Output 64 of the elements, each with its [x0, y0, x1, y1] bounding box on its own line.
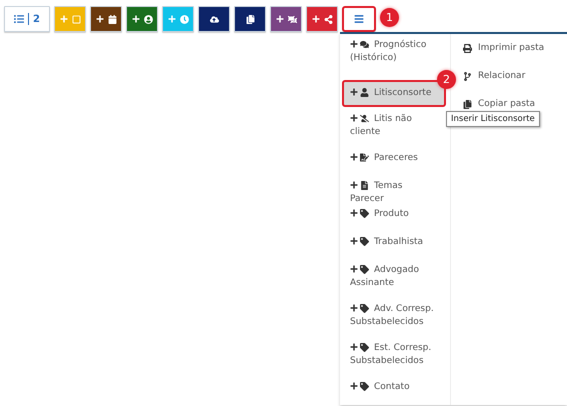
toolbar-button[interactable] [198, 6, 230, 32]
tool-icon [108, 14, 116, 24]
tool-icon [180, 14, 188, 24]
item-icon [360, 208, 369, 218]
plus-icon [350, 237, 358, 245]
menu-item[interactable]: Adv. Corresp. Substabelecidos [342, 303, 446, 342]
menu-item[interactable]: Imprimir pasta [463, 39, 567, 57]
tool-icon [246, 14, 254, 24]
plus-icon [350, 88, 358, 96]
plus-icon [350, 265, 358, 273]
menu-icon [354, 14, 364, 24]
tooltip: Inserir Litisconsorte [446, 111, 540, 127]
plus-icon [132, 15, 140, 23]
item-icon [360, 152, 369, 162]
menu-item[interactable]: Contato [342, 381, 446, 406]
tool-icon [210, 14, 218, 24]
item-icon [360, 114, 369, 122]
item-icon [463, 100, 472, 108]
plus-icon [312, 15, 320, 23]
list-icon [14, 14, 24, 24]
menu-item[interactable]: Temas Parecer [342, 180, 446, 208]
menu-item[interactable]: Trabalhista [342, 236, 446, 264]
step-marker: 1 [380, 8, 399, 27]
plus-icon [350, 114, 358, 122]
toolbar-button[interactable] [234, 6, 266, 32]
toolbar-button[interactable]: 2 [4, 6, 50, 32]
menu-button[interactable] [342, 6, 376, 32]
item-icon [463, 44, 472, 52]
menu-item[interactable]: Est. Corresp. Substabelecidos [342, 342, 446, 381]
plus-icon [60, 15, 68, 23]
tool-icon [72, 14, 80, 24]
menu-item[interactable]: Pareceres [342, 152, 446, 180]
tool-icon [288, 14, 296, 24]
item-icon [463, 72, 472, 80]
plus-icon [350, 153, 358, 161]
toolbar-button[interactable] [270, 6, 302, 32]
menu-item[interactable]: Copiar pasta [463, 95, 567, 113]
menu-item[interactable]: Relacionar [463, 67, 567, 85]
item-icon [360, 180, 369, 190]
item-icon [360, 382, 369, 390]
menu-item[interactable]: Advogado Assinante [342, 264, 446, 303]
plus-icon [350, 209, 358, 217]
item-icon [360, 88, 369, 96]
step-marker: 2 [437, 70, 456, 89]
item-icon [360, 304, 369, 312]
item-icon [360, 342, 369, 352]
toolbar-button[interactable] [126, 6, 158, 32]
menu-item[interactable]: Produto [342, 208, 446, 236]
plus-icon [168, 15, 176, 23]
plus-icon [350, 40, 358, 48]
toolbar-button[interactable] [90, 6, 122, 32]
tool-icon [144, 14, 152, 24]
plus-icon [350, 382, 358, 390]
plus-icon [350, 343, 358, 351]
plus-icon [350, 304, 358, 312]
plus-icon [350, 181, 358, 189]
plus-icon [96, 15, 104, 23]
item-icon [360, 40, 369, 48]
item-icon [360, 236, 369, 246]
tool-icon [324, 14, 332, 24]
item-icon [360, 264, 369, 274]
plus-icon [276, 15, 284, 23]
menu-item[interactable]: Litis não cliente [342, 113, 446, 152]
count-text: 2 [33, 14, 40, 24]
